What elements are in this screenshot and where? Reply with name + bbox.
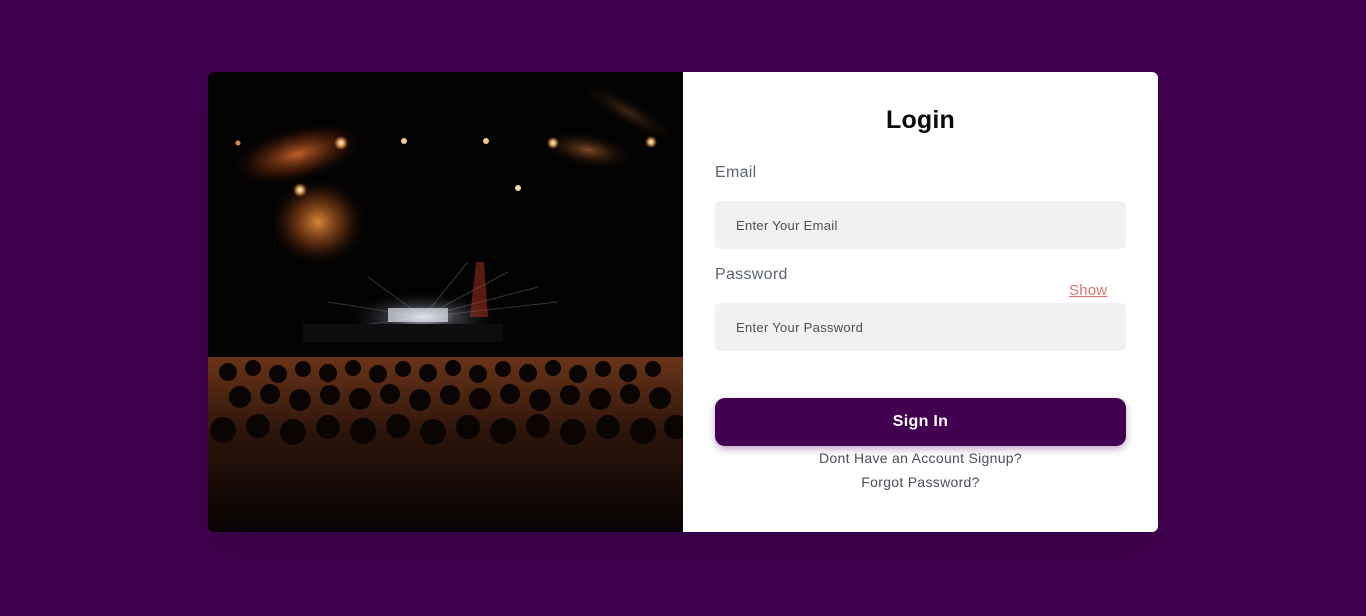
concert-hero-image bbox=[208, 72, 683, 532]
email-label: Email bbox=[715, 164, 757, 181]
login-card: Login Email Password Show Sign In Dont H… bbox=[208, 72, 1158, 532]
password-label: Password bbox=[715, 266, 788, 283]
show-password-toggle[interactable]: Show bbox=[1069, 282, 1107, 299]
signup-link[interactable]: Dont Have an Account Signup? bbox=[683, 450, 1158, 466]
email-input[interactable] bbox=[715, 201, 1126, 249]
password-input[interactable] bbox=[715, 303, 1126, 351]
sign-in-button[interactable]: Sign In bbox=[715, 398, 1126, 446]
forgot-password-link[interactable]: Forgot Password? bbox=[683, 474, 1158, 490]
login-form-panel: Login Email Password Show Sign In Dont H… bbox=[683, 72, 1158, 532]
concert-illustration bbox=[208, 72, 683, 532]
login-title: Login bbox=[885, 106, 956, 134]
